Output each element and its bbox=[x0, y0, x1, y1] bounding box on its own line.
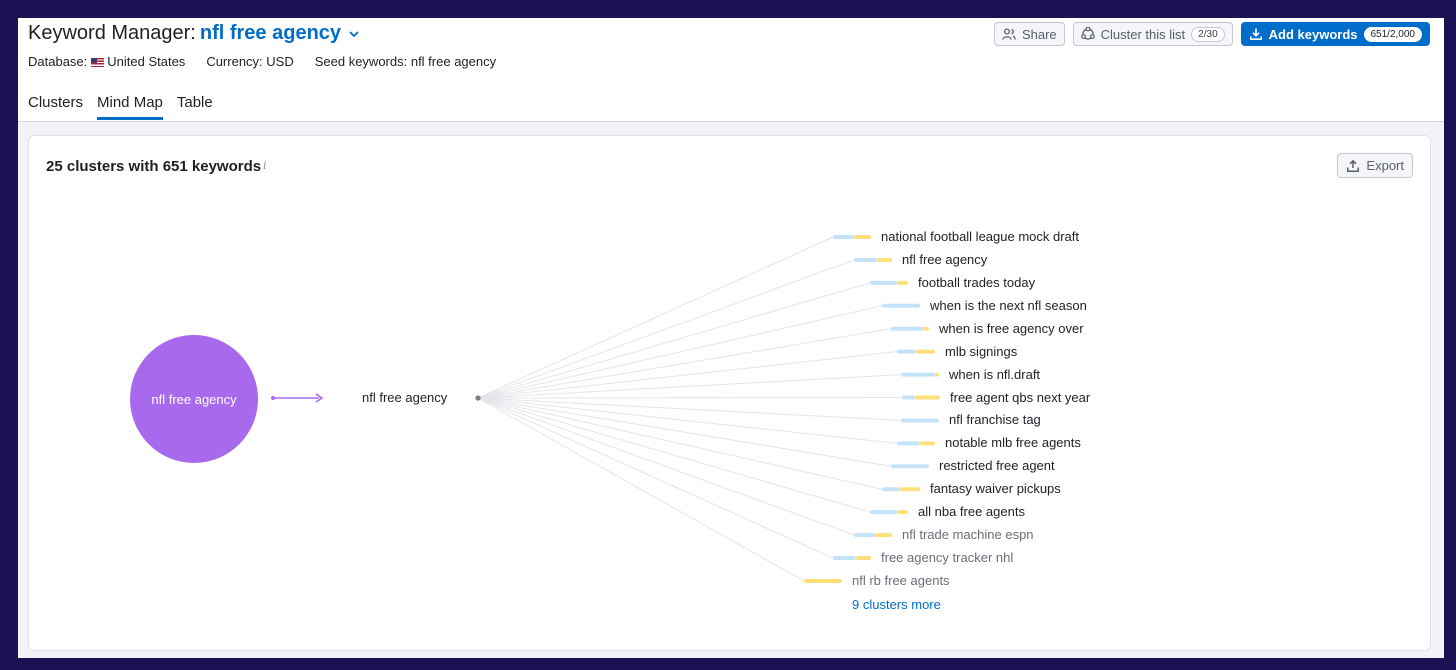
list-meta: Database: United States Currency: USD See… bbox=[28, 54, 496, 69]
intent-bar-commercial bbox=[899, 487, 920, 492]
cluster-connector-line bbox=[477, 397, 902, 421]
intent-bar-commercial bbox=[856, 556, 871, 561]
cluster-node[interactable]: nfl franchise tag bbox=[949, 412, 1041, 427]
share-label: Share bbox=[1021, 26, 1057, 42]
intent-bar-commercial bbox=[920, 441, 935, 446]
cluster-label: Cluster this list bbox=[1100, 26, 1186, 42]
intent-bar-informational bbox=[833, 235, 854, 239]
database-value: United States bbox=[107, 54, 186, 69]
header-actions: Share Cluster this list 2/30 Add keyword… bbox=[993, 22, 1430, 46]
download-icon bbox=[1249, 28, 1262, 40]
intent-bar-informational bbox=[854, 533, 875, 538]
cluster-node[interactable]: free agent qbs next year bbox=[950, 390, 1090, 405]
intent-bar-commercial bbox=[804, 578, 842, 583]
database-label: Database: bbox=[28, 54, 88, 69]
cluster-connector-line bbox=[477, 282, 871, 399]
page-title: Keyword Manager: nfl free agency bbox=[28, 22, 359, 45]
cluster-node[interactable]: nfl trade machine espn bbox=[902, 527, 1034, 542]
share-button[interactable]: Share bbox=[993, 22, 1065, 46]
currency-info: Currency: USD bbox=[206, 54, 294, 69]
seed-keyword-node[interactable]: nfl free agency bbox=[362, 390, 447, 405]
cluster-node[interactable]: nfl free agency bbox=[902, 252, 987, 267]
intent-bar-informational bbox=[870, 280, 897, 285]
cluster-connector-line bbox=[477, 397, 871, 513]
mind-map-panel: 25 clusters with 651 keywords i Export n… bbox=[28, 135, 1431, 651]
cluster-connector-line bbox=[477, 397, 883, 490]
intent-bar-commercial bbox=[916, 349, 935, 354]
cluster-icon bbox=[1080, 27, 1095, 40]
cluster-node[interactable]: restricted free agent bbox=[939, 458, 1055, 473]
intent-bar-informational bbox=[897, 349, 916, 354]
cluster-node[interactable]: fantasy waiver pickups bbox=[930, 481, 1061, 496]
cluster-node[interactable]: when is nfl.draft bbox=[949, 367, 1040, 382]
cluster-connector-line bbox=[477, 397, 834, 559]
cluster-node[interactable]: when is free agency over bbox=[939, 321, 1084, 336]
intent-bar-commercial bbox=[935, 372, 939, 377]
intent-bar-commercial bbox=[915, 395, 940, 400]
cluster-connector-line bbox=[477, 328, 892, 399]
cluster-node[interactable]: mlb signings bbox=[945, 344, 1017, 359]
tab-mind-map[interactable]: Mind Map bbox=[97, 94, 163, 120]
intent-bar-informational bbox=[901, 418, 939, 423]
intent-bar-commercial bbox=[877, 257, 892, 262]
cluster-node[interactable]: free agency tracker nhl bbox=[881, 550, 1013, 565]
add-keywords-button[interactable]: Add keywords 651/2,000 bbox=[1240, 22, 1430, 46]
title-label: Keyword Manager: bbox=[28, 22, 196, 44]
cluster-connector-line bbox=[477, 236, 834, 399]
cluster-node[interactable]: when is the next nfl season bbox=[930, 298, 1087, 313]
us-flag-icon bbox=[91, 58, 105, 67]
cluster-connector-line bbox=[477, 374, 902, 399]
cluster-count-badge: 2/30 bbox=[1191, 26, 1225, 42]
page-header: Keyword Manager: nfl free agency Databas… bbox=[18, 18, 1444, 122]
intent-bar-informational bbox=[854, 257, 877, 262]
intent-bar-commercial bbox=[897, 510, 908, 515]
root-keyword-bubble[interactable]: nfl free agency bbox=[130, 335, 258, 463]
cluster-node[interactable]: national football league mock draft bbox=[881, 229, 1079, 244]
share-users-icon bbox=[1002, 28, 1016, 40]
mind-map: nfl free agency nfl free agency national… bbox=[29, 136, 1432, 652]
intent-bar-informational bbox=[870, 510, 897, 515]
app-window: Keyword Manager: nfl free agency Databas… bbox=[18, 18, 1444, 658]
add-keywords-label: Add keywords bbox=[1268, 26, 1358, 42]
cluster-node[interactable]: all nba free agents bbox=[918, 504, 1025, 519]
tab-table[interactable]: Table bbox=[177, 94, 213, 120]
intent-bar-informational bbox=[891, 326, 923, 331]
intent-bar-informational bbox=[833, 556, 856, 561]
intent-bar-informational bbox=[882, 487, 899, 492]
seed-node-dot bbox=[475, 395, 481, 401]
cluster-node[interactable]: nfl rb free agents bbox=[852, 573, 950, 588]
intent-bar-informational bbox=[897, 441, 920, 446]
database-info: Database: United States bbox=[28, 54, 185, 69]
cluster-node[interactable]: notable mlb free agents bbox=[945, 435, 1081, 450]
cluster-connector-line bbox=[477, 305, 883, 399]
cluster-list-button[interactable]: Cluster this list 2/30 bbox=[1072, 22, 1233, 46]
chevron-down-icon[interactable] bbox=[349, 26, 359, 41]
intent-bar-informational bbox=[902, 395, 915, 400]
view-tabs: Clusters Mind Map Table bbox=[28, 94, 213, 120]
intent-bar-commercial bbox=[854, 235, 871, 239]
intent-bar-commercial bbox=[923, 326, 929, 331]
intent-bar-commercial bbox=[897, 280, 908, 285]
keyword-count-badge: 651/2,000 bbox=[1363, 26, 1422, 42]
seed-keywords-info: Seed keywords: nfl free agency bbox=[314, 54, 497, 69]
tab-clusters[interactable]: Clusters bbox=[28, 94, 83, 120]
intent-bar-commercial bbox=[875, 533, 892, 538]
cluster-connector-line bbox=[477, 397, 892, 467]
root-connector-dot bbox=[271, 396, 275, 400]
cluster-node[interactable]: football trades today bbox=[918, 275, 1035, 290]
intent-bar-informational bbox=[891, 464, 929, 469]
more-clusters-link[interactable]: 9 clusters more bbox=[852, 597, 941, 612]
keyword-list-selector[interactable]: nfl free agency bbox=[200, 22, 341, 45]
intent-bar-informational bbox=[882, 303, 920, 308]
intent-bar-informational bbox=[901, 372, 935, 377]
